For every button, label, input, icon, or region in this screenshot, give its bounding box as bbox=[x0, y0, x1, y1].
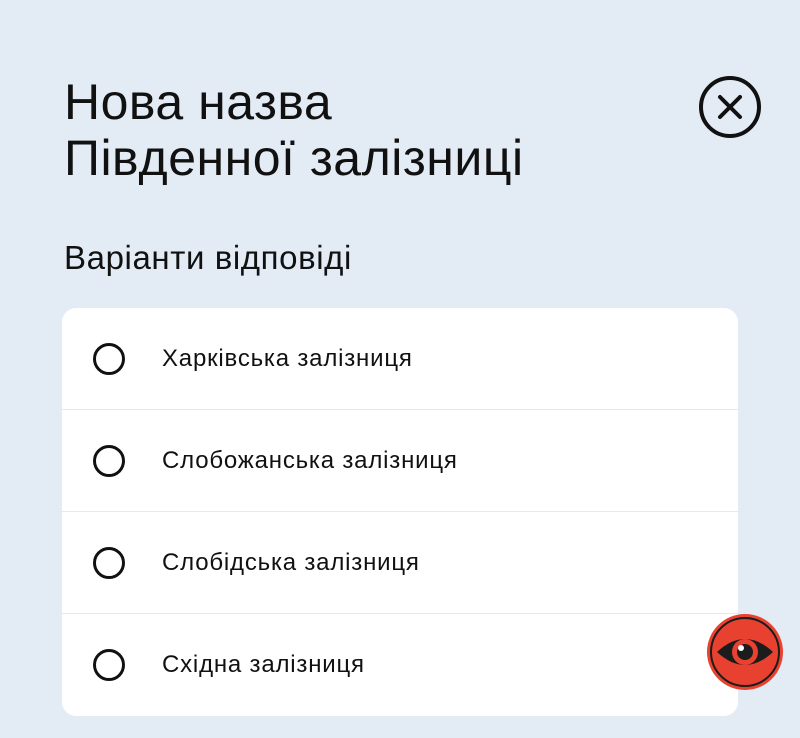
answers-heading: Варіанти відповіді bbox=[64, 239, 352, 276]
page-title-line-2: Південної залізниці bbox=[64, 130, 524, 186]
answer-option-1[interactable]: Харківська залізниця bbox=[62, 308, 738, 410]
close-icon bbox=[699, 76, 761, 138]
answer-option-3[interactable]: Слобідська залізниця bbox=[62, 512, 738, 614]
answer-option-2[interactable]: Слобожанська залізниця bbox=[62, 410, 738, 512]
answer-option-label: Слобідська залізниця bbox=[162, 548, 420, 576]
answer-options-list: Харківська залізниця Слобожанська залізн… bbox=[62, 308, 738, 716]
radio-button[interactable] bbox=[93, 342, 125, 375]
eye-logo bbox=[705, 612, 785, 692]
answer-option-label: Харківська залізниця bbox=[162, 344, 413, 372]
radio-button[interactable] bbox=[93, 649, 125, 681]
answer-option-4[interactable]: Східна залізниця bbox=[62, 614, 738, 716]
answer-option-label: Слобожанська залізниця bbox=[162, 446, 458, 474]
page-title-line-1: Нова назва bbox=[64, 74, 333, 130]
close-button[interactable] bbox=[698, 75, 762, 139]
radio-button[interactable] bbox=[93, 444, 125, 477]
answer-option-label: Східна залізниця bbox=[162, 651, 365, 678]
radio-button[interactable] bbox=[93, 546, 125, 579]
page-title: Нова назва Південної залізниці bbox=[64, 74, 664, 186]
eye-logo-icon bbox=[707, 614, 783, 690]
